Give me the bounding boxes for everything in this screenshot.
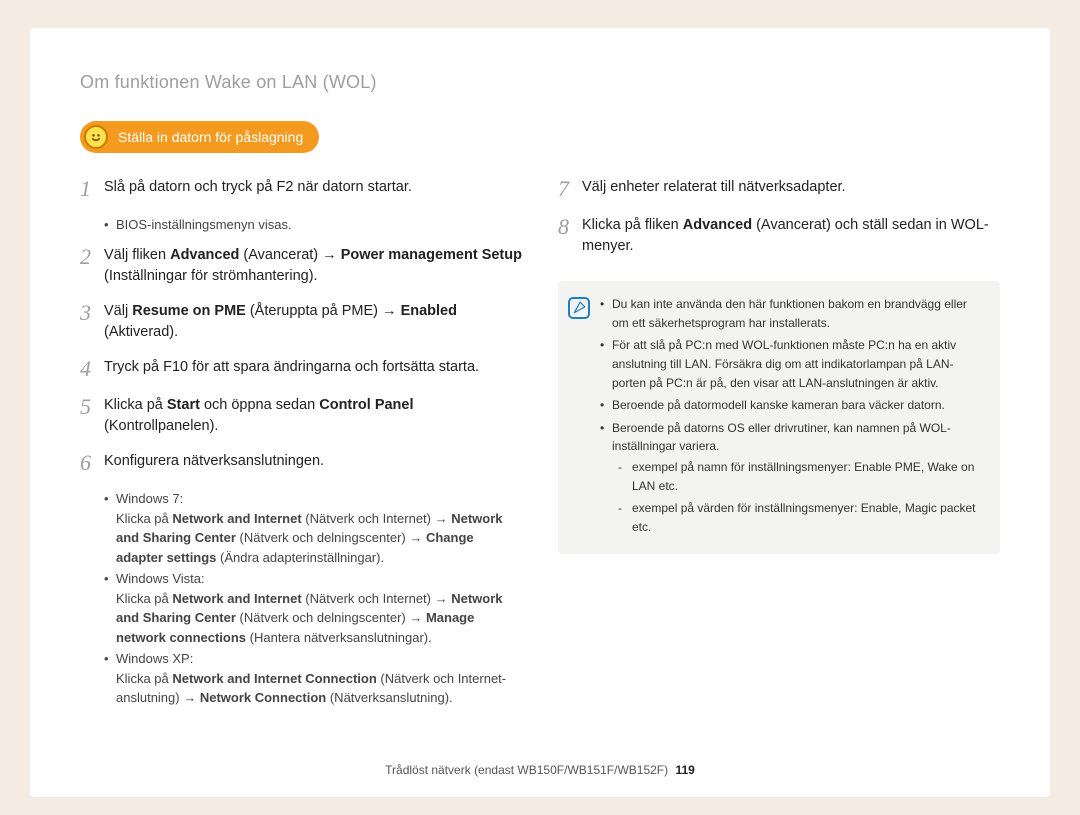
- step-body: Klicka på Start och öppna sedan Control …: [104, 395, 522, 437]
- step-body: Välj fliken Advanced (Avancerat) → Power…: [104, 245, 522, 287]
- step-body: Välj enheter relaterat till nätverksadap…: [582, 177, 1000, 198]
- note-box: Du kan inte använda den här funktionen b…: [558, 281, 1000, 554]
- left-column: 1 Slå på datorn och tryck på F2 när dato…: [80, 177, 522, 718]
- info-icon: [568, 297, 590, 319]
- sub-winxp: Windows XP: Klicka på Network and Intern…: [104, 649, 522, 708]
- step-2: 2 Välj fliken Advanced (Avancerat) → Pow…: [80, 245, 522, 287]
- sub-item: BIOS-inställningsmenyn visas.: [104, 215, 522, 235]
- step-number: 7: [558, 177, 582, 201]
- content-columns: 1 Slå på datorn och tryck på F2 när dato…: [80, 177, 1000, 718]
- step-number: 2: [80, 245, 104, 269]
- footer: Trådlöst nätverk (endast WB150F/WB151F/W…: [30, 763, 1050, 777]
- step-body: Klicka på fliken Advanced (Avancerat) oc…: [582, 215, 1000, 257]
- note-list: Du kan inte använda den här funktionen b…: [600, 295, 982, 540]
- page-number: 119: [675, 763, 694, 777]
- step-7: 7 Välj enheter relaterat till nätverksad…: [558, 177, 1000, 201]
- step-8: 8 Klicka på fliken Advanced (Avancerat) …: [558, 215, 1000, 257]
- note-sublist: exempel på namn för inställningsmenyer: …: [612, 458, 982, 536]
- note-item: Du kan inte använda den här funktionen b…: [600, 295, 982, 332]
- step-body: Konfigurera nätverksanslutningen.: [104, 451, 522, 472]
- step-number: 3: [80, 301, 104, 325]
- note-item: Beroende på datormodell kanske kameran b…: [600, 396, 982, 415]
- section-badge: Ställa in datorn för påslagning: [80, 121, 319, 153]
- note-subitem: exempel på värden för inställningsmenyer…: [618, 499, 982, 536]
- badge-label: Ställa in datorn för påslagning: [118, 129, 303, 145]
- step-1: 1 Slå på datorn och tryck på F2 när dato…: [80, 177, 522, 201]
- step-3: 3 Välj Resume on PME (Återuppta på PME) …: [80, 301, 522, 343]
- step-body: Tryck på F10 för att spara ändringarna o…: [104, 357, 522, 378]
- right-column: 7 Välj enheter relaterat till nätverksad…: [558, 177, 1000, 718]
- smiley-icon: [84, 125, 108, 149]
- note-subitem: exempel på namn för inställningsmenyer: …: [618, 458, 982, 495]
- step-number: 4: [80, 357, 104, 381]
- sub-winvista: Windows Vista: Klicka på Network and Int…: [104, 569, 522, 647]
- sub-win7: Windows 7: Klicka på Network and Interne…: [104, 489, 522, 567]
- step-number: 8: [558, 215, 582, 239]
- step-number: 6: [80, 451, 104, 475]
- step-5: 5 Klicka på Start och öppna sedan Contro…: [80, 395, 522, 437]
- step-number: 1: [80, 177, 104, 201]
- step-6-sub: Windows 7: Klicka på Network and Interne…: [104, 489, 522, 708]
- note-item: Beroende på datorns OS eller drivrutiner…: [600, 419, 982, 537]
- step-1-sub: BIOS-inställningsmenyn visas.: [104, 215, 522, 235]
- step-body: Slå på datorn och tryck på F2 när datorn…: [104, 177, 522, 198]
- page-canvas: Om funktionen Wake on LAN (WOL) Ställa i…: [30, 28, 1050, 797]
- step-6: 6 Konfigurera nätverksanslutningen.: [80, 451, 522, 475]
- page-heading: Om funktionen Wake on LAN (WOL): [80, 72, 1000, 93]
- note-item: För att slå på PC:n med WOL-funktionen m…: [600, 336, 982, 392]
- step-body: Välj Resume on PME (Återuppta på PME) → …: [104, 301, 522, 343]
- step-number: 5: [80, 395, 104, 419]
- footer-text: Trådlöst nätverk (endast WB150F/WB151F/W…: [385, 763, 668, 777]
- step-4: 4 Tryck på F10 för att spara ändringarna…: [80, 357, 522, 381]
